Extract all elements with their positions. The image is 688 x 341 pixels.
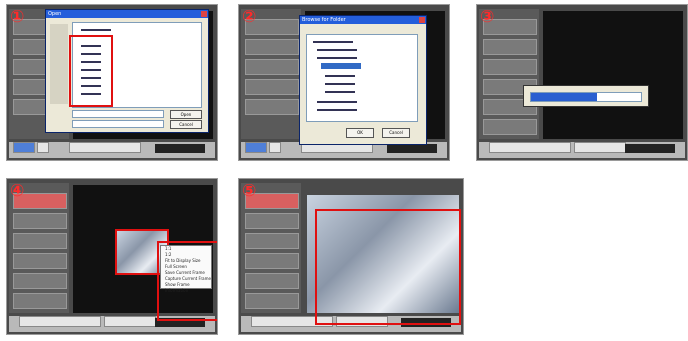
thumbnail[interactable] — [483, 119, 537, 135]
step-number: ② — [242, 7, 257, 27]
screenshot-step-5: ⑤ — [238, 178, 464, 335]
cancel-button[interactable]: Cancel — [382, 128, 410, 138]
step-number: ④ — [10, 181, 25, 201]
dialog-title: Open — [46, 10, 208, 18]
toolbar-button[interactable] — [37, 142, 49, 153]
menu-item[interactable]: Show Frame Information — [161, 282, 211, 293]
thumbnail[interactable] — [245, 99, 299, 115]
file-type-select[interactable] — [72, 120, 164, 128]
selected-folder[interactable] — [321, 63, 361, 69]
browse-folder-dialog: Browse for Folder OK Cancel — [299, 15, 427, 145]
thumbnail[interactable] — [13, 213, 67, 229]
progress-fill — [531, 93, 597, 101]
screenshot-step-3: ③ — [476, 4, 688, 161]
thumbnail[interactable] — [245, 59, 299, 75]
toolbar-button[interactable] — [19, 316, 101, 327]
thumbnail[interactable] — [13, 273, 67, 289]
thumbnail[interactable] — [245, 213, 299, 229]
toolbar-button[interactable] — [489, 142, 571, 153]
step-number: ⑤ — [242, 181, 257, 201]
thumbnail[interactable] — [245, 79, 299, 95]
progress-dialog — [523, 85, 649, 107]
highlight-box — [315, 209, 461, 325]
toolbar-button[interactable] — [269, 142, 281, 153]
thumbnail[interactable] — [245, 293, 299, 309]
folder-tree[interactable] — [306, 34, 418, 122]
thumbnail-panel — [9, 183, 69, 313]
highlight-box — [69, 35, 113, 107]
thumbnail[interactable] — [483, 59, 537, 75]
toolbar-button[interactable] — [69, 142, 141, 153]
status-display — [625, 144, 675, 153]
dialog-title: Browse for Folder — [300, 16, 426, 24]
toolbar-button[interactable] — [104, 316, 156, 327]
bottom-toolbar — [479, 142, 685, 158]
context-menu: 1:1 1:2 Fit to Display Size Full Screen … — [160, 245, 212, 293]
thumbnail-panel — [241, 183, 301, 313]
screenshot-step-4: 1:1 1:2 Fit to Display Size Full Screen … — [6, 178, 218, 335]
ok-button[interactable]: OK — [346, 128, 374, 138]
thumbnail-panel — [479, 9, 539, 139]
screenshot-step-2: Browse for Folder OK Cancel ② — [238, 4, 450, 161]
file-name-field[interactable] — [72, 110, 164, 118]
thumbnail-panel — [241, 9, 301, 139]
cancel-button[interactable]: Cancel — [170, 120, 202, 129]
step-number: ③ — [480, 7, 495, 27]
thumbnail[interactable] — [483, 39, 537, 55]
thumbnail[interactable] — [245, 253, 299, 269]
toolbar-button[interactable] — [245, 142, 267, 153]
status-display — [155, 144, 205, 153]
screenshot-step-1: Open Open Cancel ① — [6, 4, 218, 161]
places-bar — [50, 24, 68, 104]
toolbar-button[interactable] — [574, 142, 626, 153]
video-viewer — [543, 11, 683, 139]
toolbar-button[interactable] — [13, 142, 35, 153]
status-display — [387, 144, 437, 153]
thumbnail[interactable] — [13, 293, 67, 309]
thumbnail[interactable] — [13, 253, 67, 269]
step-number: ① — [10, 7, 25, 27]
thumbnail[interactable] — [13, 233, 67, 249]
progress-track — [530, 92, 642, 102]
close-icon[interactable] — [201, 11, 207, 17]
thumbnail[interactable] — [245, 233, 299, 249]
thumbnail[interactable] — [245, 273, 299, 289]
bottom-toolbar — [9, 142, 215, 158]
thumbnail[interactable] — [245, 39, 299, 55]
close-icon[interactable] — [419, 17, 425, 23]
open-button[interactable]: Open — [170, 110, 202, 119]
